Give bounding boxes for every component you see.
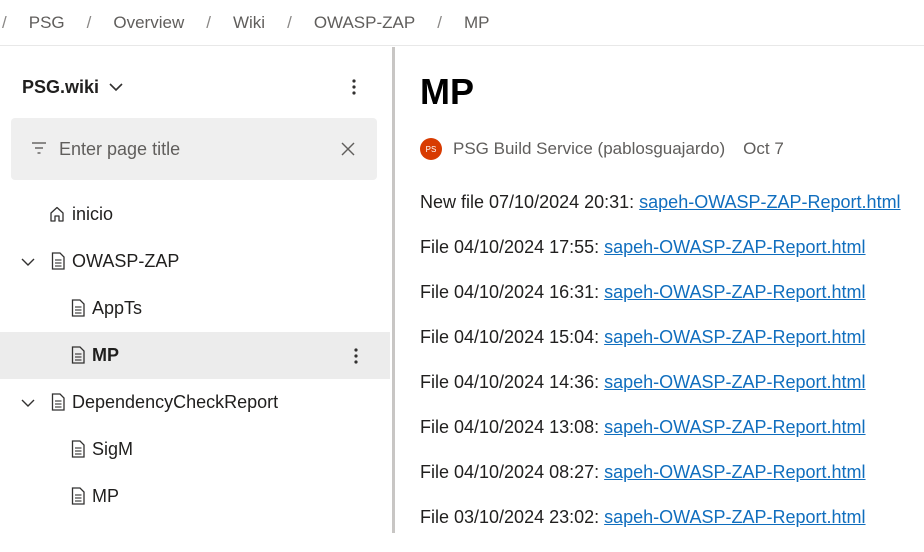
breadcrumb-item-psg[interactable]: / PSG [2, 13, 87, 33]
tree-item-mp-selected[interactable]: MP [0, 332, 390, 379]
tree-item-mp[interactable]: MP [0, 473, 392, 520]
report-link[interactable]: sapeh-OWASP-ZAP-Report.html [604, 282, 865, 302]
page-icon [51, 252, 65, 270]
tree-item-label: SigM [92, 439, 134, 459]
tree-item-label: DependencyCheckReport [72, 392, 279, 412]
page-metadata: PS PSG Build Service (pablosguajardo) Oc… [420, 137, 784, 161]
wiki-header: PSG.wiki [22, 74, 372, 100]
page-icon [71, 346, 85, 364]
entry-text: File 04/10/2024 14:36: [420, 372, 605, 392]
report-link[interactable]: sapeh-OWASP-ZAP-Report.html [604, 507, 865, 527]
wiki-sidebar: PSG.wiki inicio [0, 47, 392, 533]
chevron-down-icon[interactable] [21, 396, 35, 410]
chevron-down-icon [109, 83, 123, 92]
entry-text: File 04/10/2024 08:27: [420, 462, 605, 482]
list-item: File 04/10/2024 14:36: sapeh-OWASP-ZAP-R… [420, 372, 901, 417]
list-item: File 03/10/2024 23:02: sapeh-OWASP-ZAP-R… [420, 507, 901, 552]
report-link[interactable]: sapeh-OWASP-ZAP-Report.html [604, 417, 865, 437]
home-icon [50, 206, 64, 222]
breadcrumb-separator: / [86, 12, 92, 32]
page-icon [51, 393, 65, 411]
edit-date: Oct 7 [743, 139, 784, 158]
breadcrumb-label[interactable]: OWASP-ZAP [314, 13, 415, 33]
entry-text: File 04/10/2024 15:04: [420, 327, 605, 347]
page-icon [71, 487, 85, 505]
entry-text: File 04/10/2024 17:55: [420, 237, 605, 257]
breadcrumb-item-wiki[interactable]: / Wiki [206, 13, 287, 33]
tree-item-appts[interactable]: AppTs [0, 285, 392, 332]
wiki-name: PSG.wiki [22, 76, 100, 97]
list-item: File 04/10/2024 17:55: sapeh-OWASP-ZAP-R… [420, 237, 901, 282]
tree-item-sigm[interactable]: SigM [0, 426, 392, 473]
page-filter [11, 118, 377, 180]
page-icon [71, 299, 85, 317]
report-link[interactable]: sapeh-OWASP-ZAP-Report.html [639, 192, 900, 212]
entry-text: File 04/10/2024 13:08: [420, 417, 605, 437]
page-icon [71, 440, 85, 458]
entry-text: File 04/10/2024 16:31: [420, 282, 605, 302]
tree-item-label: inicio [72, 204, 114, 224]
report-link[interactable]: sapeh-OWASP-ZAP-Report.html [604, 462, 865, 482]
list-item: File 04/10/2024 08:27: sapeh-OWASP-ZAP-R… [420, 462, 901, 507]
report-link[interactable]: sapeh-OWASP-ZAP-Report.html [604, 237, 865, 257]
breadcrumb-separator: / [206, 12, 211, 32]
tree-item-label: MP [92, 345, 119, 365]
close-icon[interactable] [340, 141, 356, 157]
list-item: New file 07/10/2024 20:31: sapeh-OWASP-Z… [420, 192, 901, 237]
tree-item-inicio[interactable]: inicio [0, 191, 392, 238]
tree-item-label: OWASP-ZAP [72, 251, 180, 271]
tree-item-owasp-zap[interactable]: OWASP-ZAP [0, 238, 392, 285]
page-title-filter-input[interactable] [59, 136, 329, 162]
list-item: File 04/10/2024 16:31: sapeh-OWASP-ZAP-R… [420, 282, 901, 327]
more-vertical-icon[interactable] [344, 77, 364, 97]
breadcrumb-label[interactable]: Overview [113, 13, 184, 33]
page-title: MP [420, 71, 474, 112]
tree-item-dependencycheckreport[interactable]: DependencyCheckReport [0, 379, 392, 426]
breadcrumb-label[interactable]: Wiki [233, 13, 265, 33]
breadcrumb-item-owasp-zap[interactable]: / OWASP-ZAP [287, 13, 437, 33]
breadcrumb-separator: / [287, 12, 292, 32]
report-link[interactable]: sapeh-OWASP-ZAP-Report.html [604, 327, 865, 347]
tree-item-label: MP [92, 486, 119, 506]
breadcrumb-item-overview[interactable]: / Overview [87, 13, 207, 33]
report-link[interactable]: sapeh-OWASP-ZAP-Report.html [604, 372, 865, 392]
author-name[interactable]: PSG Build Service (pablosguajardo) [453, 139, 725, 159]
list-item: File 04/10/2024 13:08: sapeh-OWASP-ZAP-R… [420, 417, 901, 462]
wiki-selector[interactable]: PSG.wiki [22, 77, 123, 98]
breadcrumb-label[interactable]: MP [464, 13, 490, 33]
filter-icon [32, 142, 46, 154]
breadcrumb-label[interactable]: PSG [29, 13, 65, 33]
list-item: File 04/10/2024 15:04: sapeh-OWASP-ZAP-R… [420, 327, 901, 372]
wiki-page-content: MP PS PSG Build Service (pablosguajardo)… [395, 47, 924, 533]
breadcrumb-item-mp[interactable]: / MP [437, 13, 511, 33]
more-vertical-icon[interactable] [346, 346, 366, 366]
chevron-down-icon[interactable] [21, 255, 35, 269]
report-list: New file 07/10/2024 20:31: sapeh-OWASP-Z… [420, 192, 901, 552]
entry-text: File 03/10/2024 23:02: [420, 507, 605, 527]
page-tree: inicio OWASP-ZAP AppTs MP DependencyChec… [0, 191, 392, 520]
avatar[interactable]: PS [420, 138, 442, 160]
breadcrumb-separator: / [2, 12, 7, 32]
entry-text: New file 07/10/2024 20:31: [420, 192, 640, 212]
tree-item-label: AppTs [92, 298, 143, 318]
breadcrumb: / PSG / Overview / Wiki / OWASP-ZAP / MP [0, 0, 924, 46]
breadcrumb-separator: / [437, 12, 442, 32]
